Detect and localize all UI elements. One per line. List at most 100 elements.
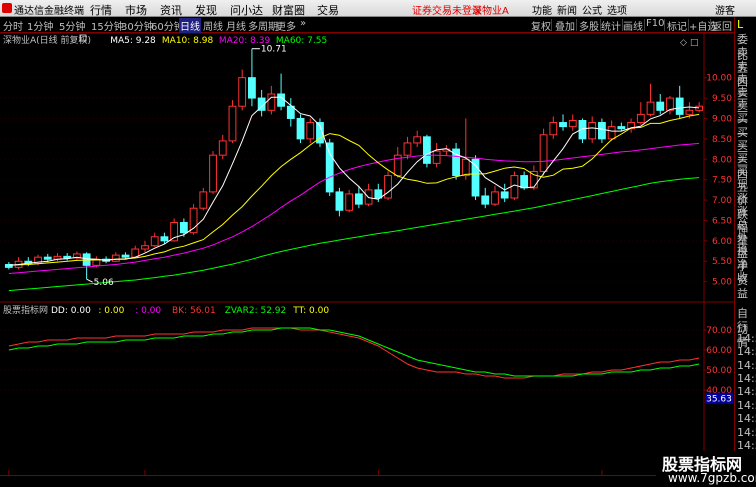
period-toolbar: 分时 1分钟 5分钟 15分钟 30分钟 60分钟 日线 周线 月线 多周期 更… [0,17,756,33]
tick-time-label: 14:5 [737,398,756,412]
candle-body [218,140,227,156]
candle-body [384,175,392,199]
tab-1min[interactable]: 1分钟 [27,18,53,33]
menu-ask[interactable]: 问小达 [230,2,263,18]
candle-body [267,93,276,111]
candle-body [529,171,538,189]
candle-body [238,77,247,107]
candle-body [335,191,344,211]
candle-body [306,122,315,140]
stats-button[interactable]: 统计 [601,18,621,33]
candle-body [588,122,597,140]
menu-function[interactable]: 功能 [532,2,552,17]
bk-legend: BK: 56.01 [172,306,216,316]
mark-button[interactable]: 标记 [667,18,687,33]
watermark-logo: 股票指标网 www.7gpzb.com [656,451,756,487]
zvar2-legend: ZVAR2: 52.92 [225,306,287,316]
tab-multi-period[interactable]: 多周期 [248,18,278,33]
tab-intraday[interactable]: 分时 [3,18,23,33]
tick-time-label: 14:5 [737,358,756,372]
menu-news[interactable]: 资讯 [160,2,182,18]
price-tick-label: 9.00 [712,114,732,124]
menu-market[interactable]: 市场 [125,2,147,18]
pane-maximize-icon: □ [690,38,699,48]
app-title: 通达信金融终端 [14,6,84,17]
tab-15min[interactable]: 15分钟 [91,18,124,33]
pane-settings-icon: ◇ [680,38,687,48]
tab-daily[interactable]: 日线 [179,18,201,33]
f10-button[interactable]: F10 [646,18,664,29]
candle-body [423,136,431,164]
candle-body [150,236,159,247]
stock-chart[interactable]: 10.71 5.06 5.00 5.50 6.00 6.50 7.00 7.50 8.00 8.… [0,0,756,487]
candle-body [403,142,412,156]
candle-body [209,154,217,193]
watermark-url: www.7gpzb.com [668,471,756,485]
ma10-legend: MA10: 8.98 [162,36,214,46]
adjust-button[interactable]: 复权 [531,18,551,33]
candle-body [374,189,383,199]
ma60-legend: MA60: 7.55 [276,36,327,46]
menu-discover[interactable]: 发现 [195,2,217,18]
menu-quotes[interactable]: 行情 [90,2,112,18]
candle-body [481,195,490,205]
candle-body [471,158,480,197]
price-tick-label: 5.00 [712,278,732,288]
ma20-line [8,142,700,274]
tick-time-label: 14:5 [737,412,756,426]
quote-side-panel: L 委比 卖五 卖四 卖三 卖二 卖一 买一 买二 买三 买四 买五 现价 涨跌 涨幅 总量 外盘 换手 净资 收益自… [734,17,756,475]
price-tick-label: 7.50 [712,176,732,186]
price-tick-label: 8.50 [712,135,732,145]
candle-body [121,254,130,258]
candle-body [141,245,149,250]
b-legend: : 0.00 [135,306,161,316]
candle-body [296,117,305,140]
candle-body [43,256,52,260]
candle-body [598,122,606,140]
candle-body [277,93,285,107]
menu-trade[interactable]: 交易 [317,2,339,18]
annotation-leader [86,278,93,283]
candle-body [617,126,626,130]
candle-body [636,113,645,124]
tab-weekly[interactable]: 周线 [203,18,223,33]
candle-body [354,193,363,205]
tab-more[interactable]: 更多 [276,18,296,33]
candle-body [568,120,577,128]
tab-monthly[interactable]: 月线 [226,18,246,33]
candle-body [461,158,470,177]
menu-headlines[interactable]: 新闻 [557,2,577,17]
tab-5min[interactable]: 5分钟 [59,18,85,33]
price-legend-title: 深物业A(日线 前复权) [3,34,91,46]
tick-time-label: 14:5 [737,385,756,399]
stock-name: 深物业A [472,6,509,17]
candle-body [248,77,256,99]
candle-body [491,191,499,205]
candle-body [111,254,120,262]
tick-time-label: 14:5 [737,372,756,385]
price-tick-label: 10.00 [706,74,732,84]
candle-body [646,101,655,115]
candle-body [549,122,558,136]
indicator-tick-label: 60.00 [706,346,732,356]
candle-body [500,191,509,199]
candle-body [325,142,334,193]
guest-label[interactable]: 游客 [715,2,735,17]
candle-body [345,193,354,211]
quote-label: 收益 [737,270,748,300]
overlay-button[interactable]: 叠加 [555,18,575,33]
multi-stock-button[interactable]: 多股 [579,18,599,33]
menu-wealth[interactable]: 财富圈 [272,2,305,18]
more-chevron-icon[interactable]: » [300,18,306,29]
draw-line-button[interactable]: 画线 [623,18,643,33]
candle-body [189,207,198,234]
tab-30min[interactable]: 30分钟 [121,18,154,33]
candle-body [607,126,616,140]
candle-body [520,175,529,189]
menu-options[interactable]: 选项 [607,2,627,17]
candle-body [160,236,169,242]
candle-body [666,97,674,111]
menu-formula[interactable]: 公式 [582,2,602,17]
candle-body [63,255,72,259]
back-button[interactable]: 返回 [712,18,732,33]
